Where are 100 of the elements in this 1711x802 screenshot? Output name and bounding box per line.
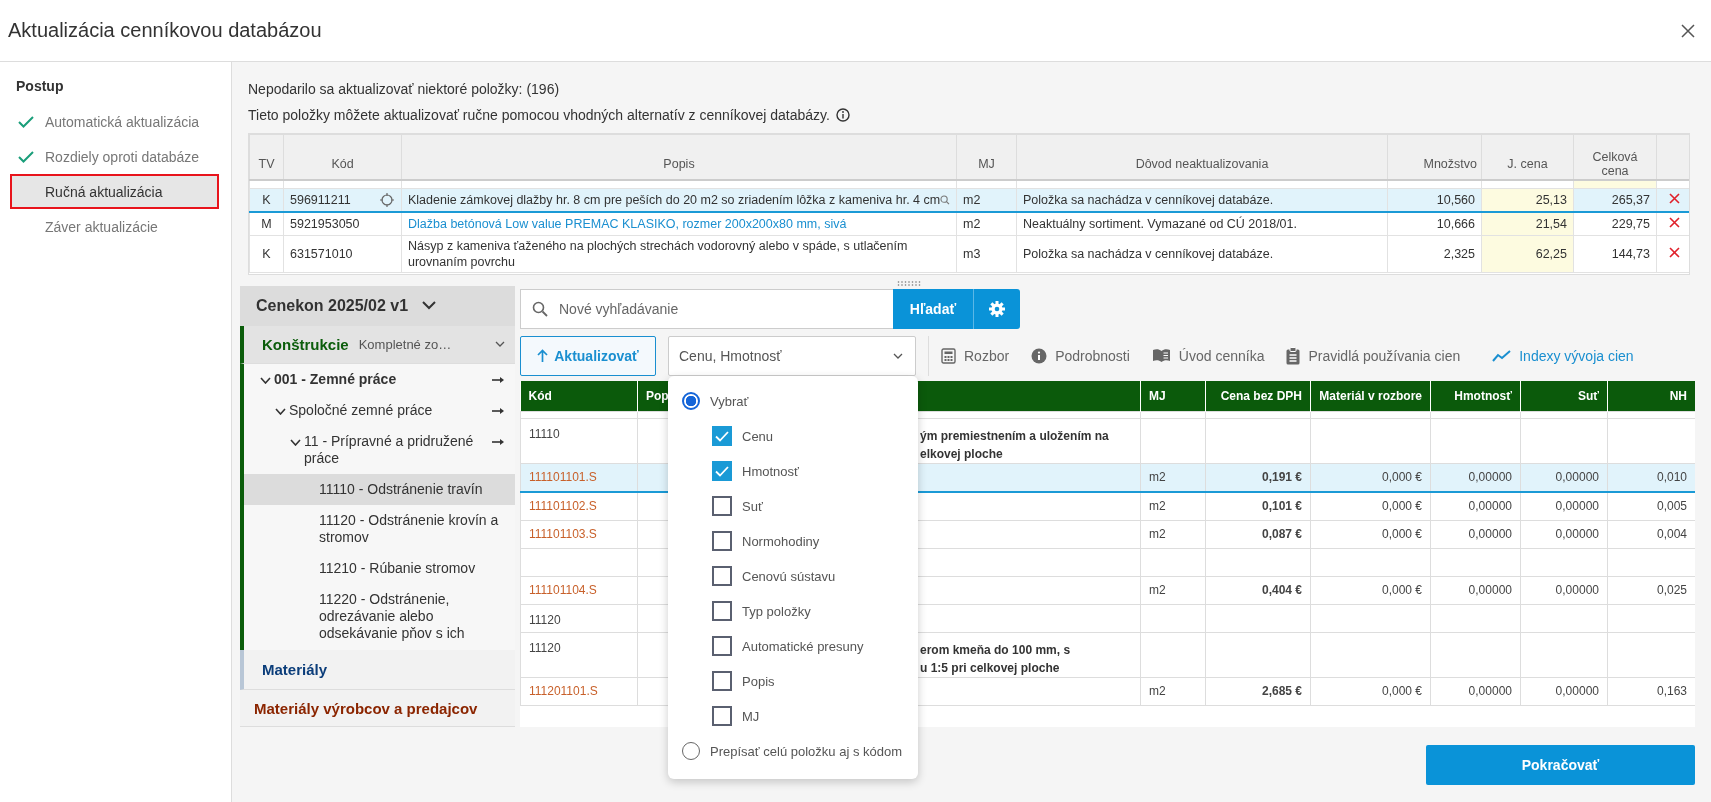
tree-item[interactable]: 11220 - Odstránenie, odrezávanie alebo odsekávanie pňov s ich [244,583,515,649]
option-label: Vybrať [710,393,749,409]
table-cell: 111101102.S [520,491,638,521]
info-icon[interactable] [835,108,850,122]
gear-icon [988,299,1006,318]
table-cell: 0,00000 [1520,463,1608,492]
table-cell[interactable]: 11120 [520,604,638,633]
table-cell: 0,00000 [1430,491,1521,521]
update-fields-dropdown[interactable]: Cenu, Hmotnosť [668,335,916,376]
toolbar-button[interactable]: Úvod cenníka [1178,347,1265,364]
column-header: Kód [520,380,638,412]
checkbox[interactable] [712,496,732,517]
table-cell: 0,00000 [1430,677,1521,706]
table-row[interactable]: K 596911211 Kladenie zámkovej dlažby hr. 8 cm pre peších do 20 m2 so zriadením lôžka z kameniva hr. 4 cm m2 Položka sa nachádza v cenníkovej databáze. 10,560 25,13 265,37 [249,188,1689,212]
tree-item[interactable]: 11120 - Odstránenie krovín a stromov [244,504,515,553]
step-item[interactable]: Záver aktualizácie [10,209,219,244]
checkbox[interactable] [712,601,732,622]
column-header: Popis [401,134,957,180]
column-header: Materiál v rozbore [1310,380,1431,412]
table-cell: 0,00000 [1520,576,1608,605]
table-cell: 0,191 € [1205,463,1311,492]
checkbox[interactable] [712,461,732,482]
table-cell[interactable]: 11110 [520,418,638,464]
table-cell: m2 [1140,677,1206,706]
checkbox[interactable] [712,706,732,727]
filter-dropdown[interactable]: Kompletné zo… [358,336,485,352]
toolbar-button[interactable]: Podrobnosti [1055,347,1130,364]
option-label: Hmotnosť [742,463,799,479]
table-cell: 0,000 € [1310,520,1431,549]
column-header: NH [1607,380,1695,412]
table-cell: 0,00000 [1430,463,1521,492]
arrow-right-icon[interactable] [492,406,505,415]
search-field[interactable]: Nové vyhľadávanie [520,288,893,329]
checkbox[interactable] [712,426,732,447]
window-title: Aktualizácia cenníkovou databázou [8,19,322,42]
calculator-icon [941,347,956,364]
table-cell: 2,325 [1387,235,1482,273]
table-cell: Položka sa nachádza v cenníkovej databáze. [1016,188,1388,212]
tree-item[interactable]: 11110 - Odstránenie travín [244,473,515,505]
chevron-down-icon [495,341,505,348]
checkbox[interactable] [712,636,732,657]
tree-item[interactable]: Spoločné zemné práce [244,394,515,426]
tree-item[interactable]: 11210 - Rúbanie stromov [244,552,515,584]
tree-item[interactable]: 001 - Zemné práce [244,363,515,395]
table-cell: m2 [1140,491,1206,521]
table-row[interactable]: M 5921953050 Dlažba betónová Low value PREMAC KLASIKO, rozmer 200x200x80 mm, sivá m2 Neaktuálny sortiment. Vymazané od CÚ 2018/01. 10,666 21,54 229,75 [249,212,1689,236]
table-cell: Položka sa nachádza v cenníkovej databáze. [1016,235,1388,273]
table-cell: 0,404 € [1205,576,1311,605]
settings-button[interactable] [973,288,1020,329]
section-header[interactable]: Konštrukcie Kompletné zo… [240,325,515,364]
check-icon [18,115,34,128]
option-label: Automatické presuny [742,638,864,654]
close-icon[interactable] [1681,23,1695,38]
search-icon[interactable] [940,194,950,206]
table-cell[interactable]: 62,25 [1481,235,1574,273]
arrow-right-icon[interactable] [492,375,505,384]
arrow-up-icon [537,349,549,363]
table-cell: 111101101.S [520,463,638,492]
table-cell: M [249,212,284,236]
checkbox[interactable] [712,566,732,587]
table-cell: 111201101.S [520,677,638,706]
table-cell: m2 [1140,576,1206,605]
delete-icon[interactable] [1668,247,1680,258]
clipboard-icon [1286,346,1301,365]
table-cell: 0,00000 [1520,677,1608,706]
tree-item[interactable]: 11 - Prípravné a pridružené práce [244,425,515,474]
table-cell: 5921953050 [290,217,360,231]
option-label: Suť [742,498,763,514]
table-cell: 0,000 € [1310,463,1431,492]
table-cell: 144,73 [1573,235,1657,273]
catalog-selector[interactable]: Cenekon 2025/02 v1 [240,285,515,326]
table-cell[interactable]: 11120 [520,632,638,678]
section-header[interactable]: Materiály výrobcov a predajcov [240,690,515,728]
step-item[interactable]: Rozdiely oproti databáze [10,139,219,174]
table-cell-text: Násyp z kameniva ťaženého na plochých strechách vodorovný alebo v spáde, s utlačením urovnaním povrchu [408,238,909,270]
table-cell: 0,000 € [1310,576,1431,605]
step-item[interactable]: Ručná aktualizácia [10,174,219,209]
delete-icon[interactable] [1668,217,1680,228]
chevron-down-icon [422,301,437,311]
table-cell: 2,685 € [1205,677,1311,706]
search-icon [532,300,548,317]
checkbox[interactable] [712,671,732,692]
table-cell: 0,00000 [1430,520,1521,549]
toolbar-button[interactable]: Pravidlá používania cien [1308,347,1461,364]
step-item[interactable]: Automatická aktualizácia [10,104,219,139]
toolbar-button[interactable]: Rozbor [964,347,1010,364]
column-header: Suť [1520,380,1608,412]
table-cell: 631571010 [290,246,353,262]
chevron-down-icon [893,352,903,359]
delete-icon[interactable] [1668,193,1680,204]
arrow-right-icon[interactable] [492,437,505,446]
table-row[interactable]: K 631571010 Násyp z kameniva ťaženého na plochých strechách vodorovný alebo v spáde, s utlačením urovnaním povrchu m3 Položka sa nachádza v cenníkovej databáze. 2,325 62,25 144,73 [249,235,1689,273]
column-header: Celková cena [1573,134,1657,180]
target-icon[interactable] [379,192,395,208]
table-cell: 111101104.S [520,576,638,605]
radio-button[interactable] [682,392,700,411]
chevron-down-icon [275,407,286,415]
table-cell: m3 [956,235,1017,273]
checkbox[interactable] [712,531,732,552]
section-header[interactable]: Materiály [240,650,515,691]
